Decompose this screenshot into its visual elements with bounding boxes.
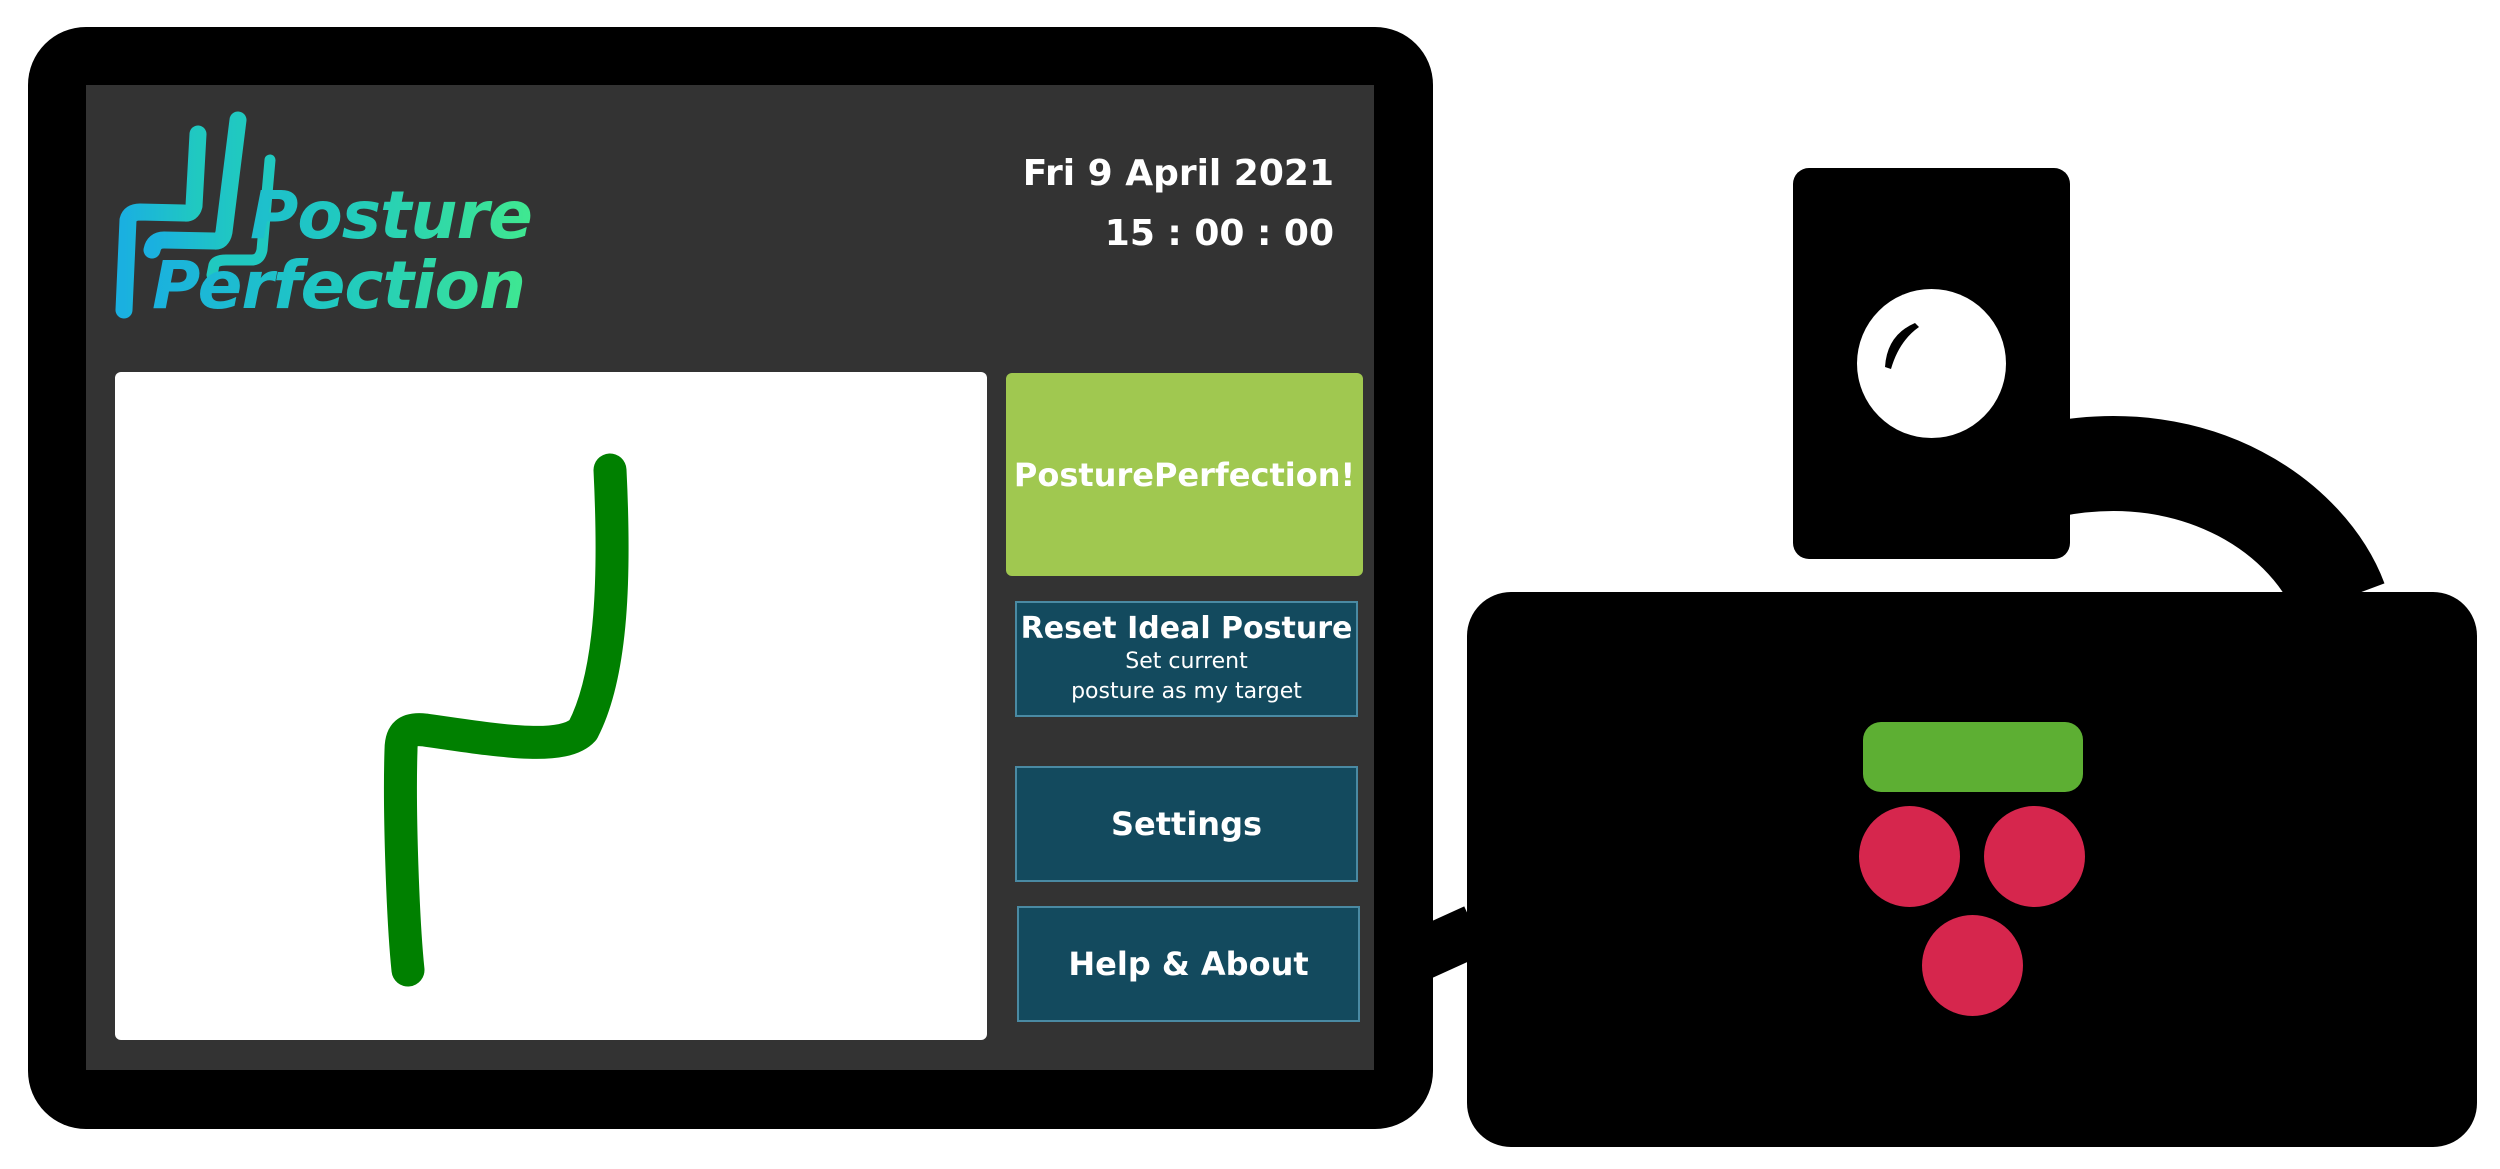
posture-perfection-button[interactable]: PosturePerfection!	[1006, 373, 1363, 576]
reset-button-title: Reset Ideal Posture	[1020, 611, 1353, 646]
raspberry-berry-icon	[1922, 915, 2023, 1016]
date-display: Fri 9 April 2021	[1022, 153, 1334, 194]
posture-display-panel	[115, 372, 987, 1040]
raspberry-berry-icon	[1984, 806, 2085, 907]
reset-button-subtitle-line-2: posture as my target	[1071, 679, 1302, 704]
raspberry-berry-icon	[1859, 806, 1960, 907]
help-about-button[interactable]: Help & About	[1017, 906, 1360, 1022]
logo-line-2: Perfection	[152, 247, 526, 324]
logo-line-1: Posture	[250, 177, 532, 254]
reset-button-subtitle-line-1: Set current	[1125, 649, 1248, 674]
raspberry-pi-box	[1467, 592, 2477, 1147]
camera-lens-icon	[1857, 289, 2006, 438]
logo-text: Posture Perfection	[142, 181, 532, 321]
lens-glint-icon	[1885, 323, 1919, 369]
settings-button-label: Settings	[1110, 805, 1263, 843]
help-about-button-label: Help & About	[1068, 945, 1309, 983]
posture-spine-icon	[383, 453, 629, 987]
posture-perfection-button-label: PosturePerfection!	[1013, 455, 1356, 494]
settings-button[interactable]: Settings	[1015, 766, 1358, 882]
reset-ideal-posture-button[interactable]: Reset Ideal Posture Set current posture …	[1015, 601, 1358, 717]
raspberry-leaf-icon	[1863, 722, 2083, 792]
time-display: 15 : 00 : 00	[1104, 213, 1334, 254]
